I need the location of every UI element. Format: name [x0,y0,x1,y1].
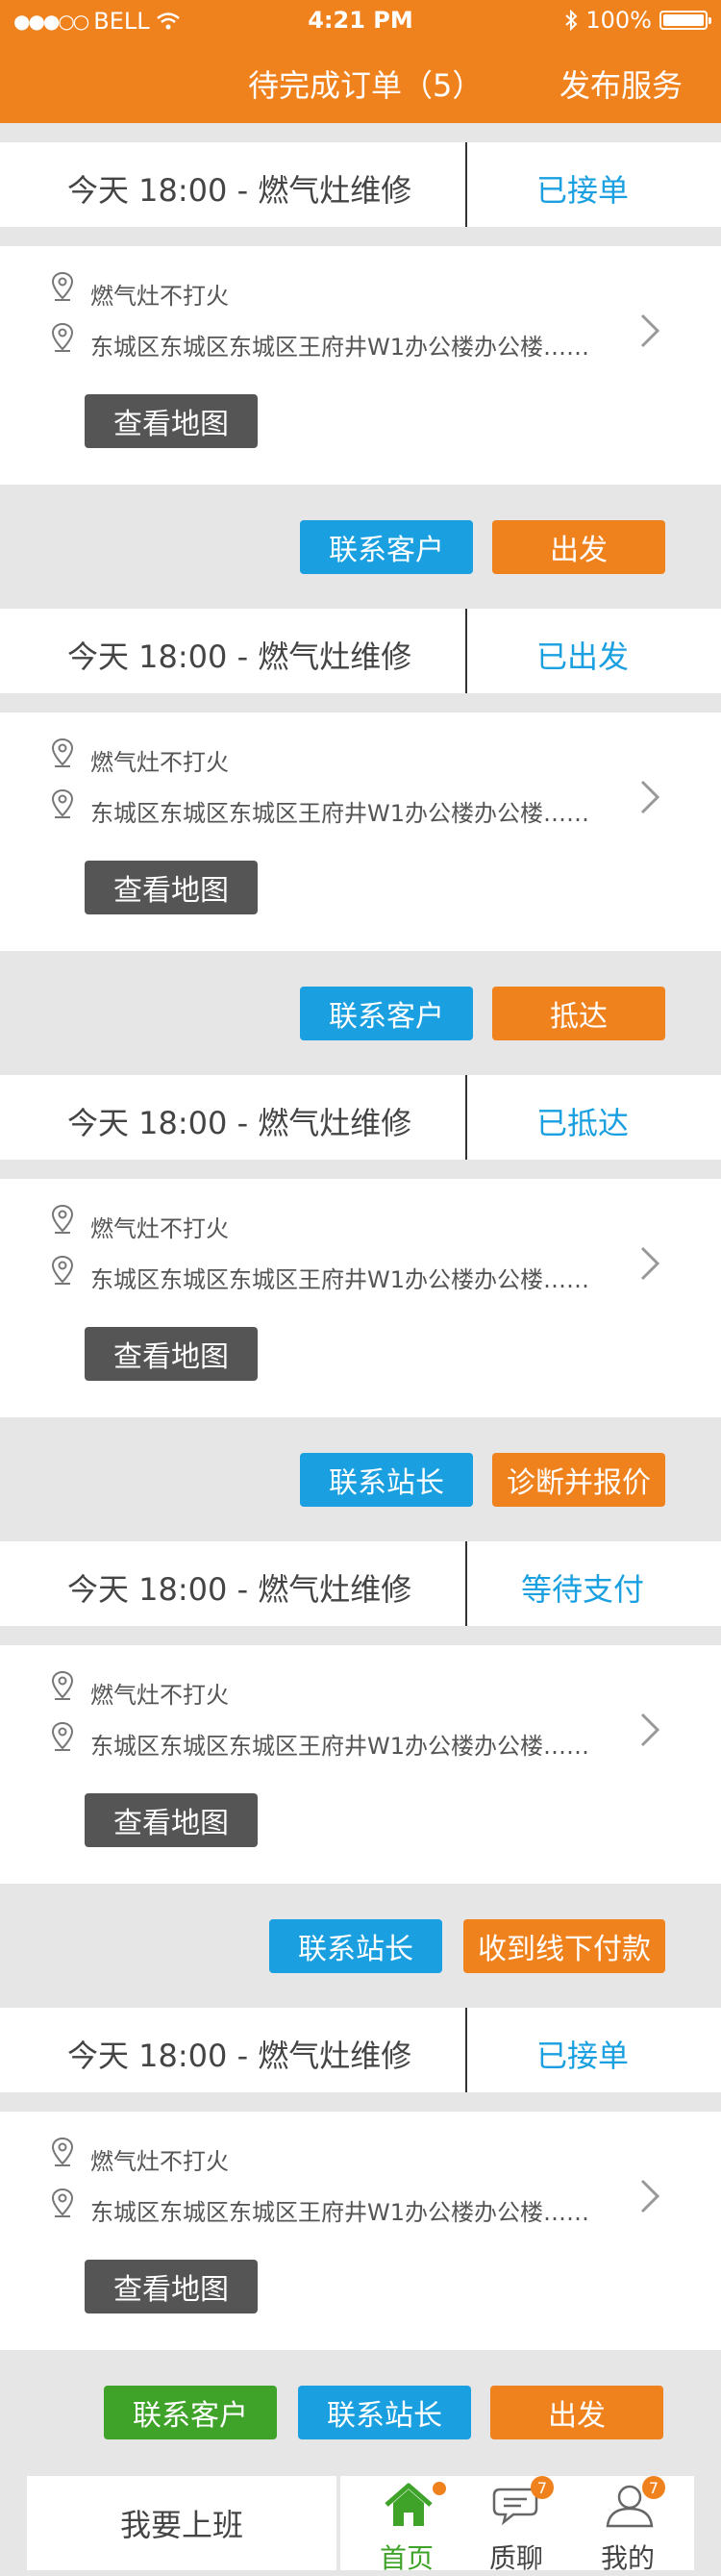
order-info: 今天 18:00 - 燃气灶维修 [67,2038,412,2074]
diagnose-quote-button[interactable]: 诊断并报价 [492,1453,665,1507]
tab-chat[interactable]: 7 质聊 [463,2476,569,2574]
chevron-right-icon[interactable] [638,1244,661,1283]
order-detail[interactable]: 燃气灶不打火 东城区东城区东城区王府井W1办公楼办公楼…… 查看地图 [0,1179,721,1417]
view-map-button[interactable]: 查看地图 [85,861,258,914]
order-issue: 燃气灶不打火 [90,2148,229,2175]
bluetooth-icon [565,10,578,31]
page-title: 待完成订单（5） [248,67,484,104]
location-pin-icon [51,788,74,818]
battery-icon [659,11,711,30]
contact-station-manager-button[interactable]: 联系站长 [300,1453,473,1507]
received-offline-payment-button[interactable]: 收到线下付款 [463,1919,665,1973]
view-map-button[interactable]: 查看地图 [85,1793,258,1847]
contact-station-manager-button[interactable]: 联系站长 [298,2386,471,2439]
profile-badge: 7 [642,2476,665,2499]
order-detail[interactable]: 燃气灶不打火 东城区东城区东城区王府井W1办公楼办公楼…… 查看地图 [0,713,721,951]
order-info: 今天 18:00 - 燃气灶维修 [67,1105,412,1141]
location-pin-icon [51,322,74,352]
order-info: 今天 18:00 - 燃气灶维修 [67,172,412,209]
order-status: 已抵达 [535,1105,629,1141]
arrive-button[interactable]: 抵达 [492,987,665,1040]
order-detail[interactable]: 燃气灶不打火 东城区东城区东城区王府井W1办公楼办公楼…… 查看地图 [0,246,721,485]
view-map-button[interactable]: 查看地图 [85,1327,258,1381]
location-pin-icon [51,2137,74,2166]
order-address: 东城区东城区东城区王府井W1办公楼办公楼…… [90,1733,589,1760]
order-issue: 燃气灶不打火 [90,283,229,310]
order-header[interactable]: 今天 18:00 - 燃气灶维修 已出发 [0,609,721,693]
order-address: 东城区东城区东城区王府井W1办公楼办公楼…… [90,334,589,361]
depart-button[interactable]: 出发 [492,520,665,574]
view-map-button[interactable]: 查看地图 [85,394,258,448]
order-issue: 燃气灶不打火 [90,749,229,776]
order-info: 今天 18:00 - 燃气灶维修 [67,638,412,675]
publish-service-button[interactable]: 发布服务 [559,62,683,106]
chevron-right-icon[interactable] [638,312,661,350]
home-icon [385,2483,433,2526]
order-status: 已出发 [535,638,629,675]
order-detail[interactable]: 燃气灶不打火 东城区东城区东城区王府井W1办公楼办公楼…… 查看地图 [0,2112,721,2350]
tab-group: 首页 7 质聊 7 我的 [340,2476,694,2574]
tab-profile-label: 我的 [600,2542,655,2574]
order-header[interactable]: 今天 18:00 - 燃气灶维修 已接单 [0,142,721,227]
order-address: 东城区东城区东城区王府井W1办公楼办公楼…… [90,1266,589,1293]
tab-chat-label: 质聊 [488,2542,543,2574]
tab-home[interactable]: 首页 [354,2476,460,2574]
go-to-work-button[interactable]: 我要上班 [27,2476,336,2570]
nav-bar: 待完成订单（5） 发布服务 [0,42,721,123]
order-address: 东城区东城区东城区王府井W1办公楼办公楼…… [90,2199,589,2226]
order-info: 今天 18:00 - 燃气灶维修 [67,1571,412,1608]
order-address: 东城区东城区东城区王府井W1办公楼办公楼…… [90,800,589,827]
order-status: 已接单 [535,2038,629,2074]
battery-percent: 100% [585,7,652,34]
location-pin-icon [51,1670,74,1700]
order-issue: 燃气灶不打火 [90,1682,229,1709]
chevron-right-icon[interactable] [638,1711,661,1749]
depart-button[interactable]: 出发 [490,2386,663,2439]
chat-badge: 7 [531,2476,554,2499]
order-header[interactable]: 今天 18:00 - 燃气灶维修 已抵达 [0,1075,721,1160]
location-pin-icon [51,738,74,767]
location-pin-icon [51,271,74,301]
contact-customer-button[interactable]: 联系客户 [300,520,473,574]
contact-station-manager-button[interactable]: 联系站长 [269,1919,442,1973]
tab-home-label: 首页 [379,2542,434,2574]
status-bar: ●●●○○ BELL 4:21 PM 100% [0,0,721,42]
location-pin-icon [51,1255,74,1285]
order-header[interactable]: 今天 18:00 - 燃气灶维修 已接单 [0,2008,721,2092]
chevron-right-icon[interactable] [638,2177,661,2215]
tab-profile[interactable]: 7 我的 [575,2476,681,2574]
status-right: 100% [564,7,711,34]
location-pin-icon [51,1204,74,1234]
order-status: 等待支付 [520,1571,644,1608]
order-issue: 燃气灶不打火 [90,1215,229,1242]
notification-dot [433,2482,446,2495]
location-pin-icon [51,2188,74,2217]
order-status: 已接单 [535,172,629,209]
tab-bar: 我要上班 首页 7 质聊 7 我的 [0,2472,721,2574]
contact-customer-button[interactable]: 联系客户 [300,987,473,1040]
contact-customer-button[interactable]: 联系客户 [104,2386,277,2439]
order-header[interactable]: 今天 18:00 - 燃气灶维修 等待支付 [0,1541,721,1626]
view-map-button[interactable]: 查看地图 [85,2260,258,2313]
location-pin-icon [51,1721,74,1751]
chevron-right-icon[interactable] [638,778,661,816]
order-detail[interactable]: 燃气灶不打火 东城区东城区东城区王府井W1办公楼办公楼…… 查看地图 [0,1645,721,1884]
